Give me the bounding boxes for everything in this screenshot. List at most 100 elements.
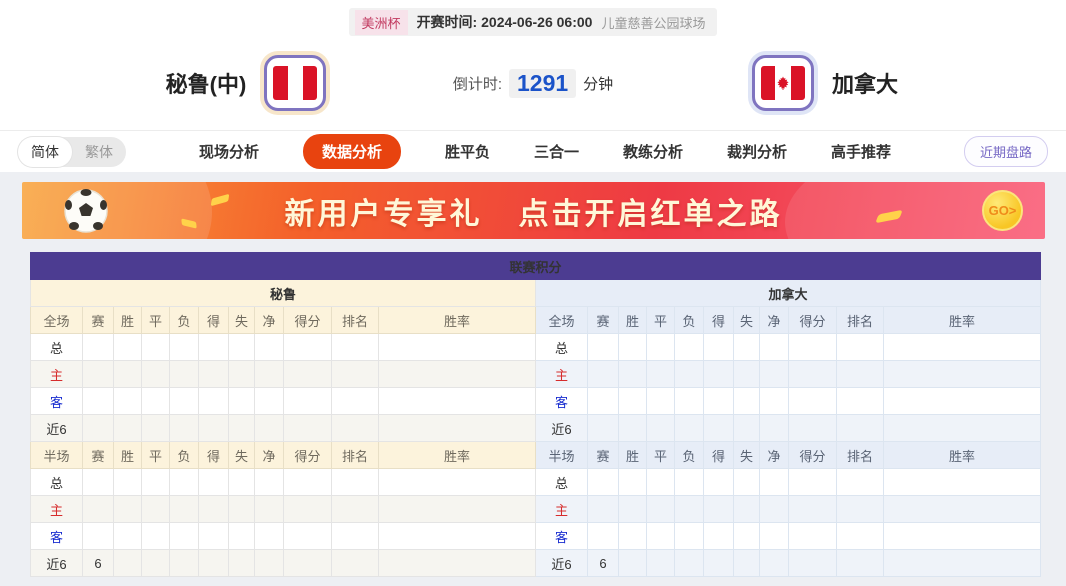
tab-three-in-one[interactable]: 三合一 bbox=[534, 141, 579, 162]
standings-cell bbox=[170, 550, 199, 577]
row-label: 客 bbox=[31, 523, 83, 550]
standings-cell bbox=[884, 523, 1041, 550]
row-label: 主 bbox=[31, 496, 83, 523]
lang-simplified[interactable]: 简体 bbox=[18, 137, 72, 167]
column-header: 赛 bbox=[588, 442, 619, 469]
standings-cell bbox=[379, 523, 536, 550]
tab-expert-picks[interactable]: 高手推荐 bbox=[831, 141, 891, 162]
column-header: 胜 bbox=[114, 307, 142, 334]
standings-cell bbox=[199, 361, 229, 388]
column-header: 平 bbox=[647, 307, 675, 334]
row-label: 总 bbox=[31, 469, 83, 496]
column-header: 平 bbox=[142, 307, 170, 334]
column-header: 赛 bbox=[83, 307, 114, 334]
standings-cell bbox=[170, 469, 199, 496]
league-badge[interactable]: 美洲杯 bbox=[355, 10, 408, 35]
standings-cell bbox=[332, 334, 379, 361]
standings-cell bbox=[170, 334, 199, 361]
standings-cell bbox=[760, 469, 789, 496]
standings-cell bbox=[704, 361, 734, 388]
standings-cell bbox=[379, 550, 536, 577]
standings-cell bbox=[114, 415, 142, 442]
standings-cell bbox=[332, 496, 379, 523]
away-team-logo[interactable] bbox=[752, 55, 814, 111]
standings-cell bbox=[837, 334, 884, 361]
scope-header: 全场 bbox=[31, 307, 83, 334]
standings-cell bbox=[760, 415, 789, 442]
column-header: 负 bbox=[675, 442, 704, 469]
column-header: 得 bbox=[199, 442, 229, 469]
tab-referee-analysis[interactable]: 裁判分析 bbox=[727, 141, 787, 162]
row-label: 近6 bbox=[536, 550, 588, 577]
standings-cell bbox=[884, 415, 1041, 442]
standings-cell bbox=[789, 334, 837, 361]
row-label: 近6 bbox=[31, 550, 83, 577]
standings-cell bbox=[789, 523, 837, 550]
content-area: 新用户专享礼点击开启红单之路 GO> 联赛积分秘鲁加拿大全场赛胜平负得失净得分排… bbox=[0, 172, 1066, 586]
standings-cell bbox=[83, 469, 114, 496]
tab-live-analysis[interactable]: 现场分析 bbox=[199, 141, 259, 162]
standings-cell bbox=[789, 496, 837, 523]
column-header: 胜率 bbox=[884, 307, 1041, 334]
column-header: 负 bbox=[170, 442, 199, 469]
standings-cell bbox=[704, 523, 734, 550]
countdown-unit: 分钟 bbox=[583, 73, 613, 94]
column-header: 胜率 bbox=[884, 442, 1041, 469]
home-team-name: 秘鲁(中) bbox=[166, 67, 247, 99]
standings-cell bbox=[284, 415, 332, 442]
standings-cell bbox=[704, 415, 734, 442]
standings-cell bbox=[884, 361, 1041, 388]
standings-cell bbox=[789, 550, 837, 577]
kickoff-time: 开赛时间: 2024-06-26 06:00 bbox=[417, 12, 593, 32]
standings-cell bbox=[734, 550, 760, 577]
standings-cell bbox=[229, 388, 255, 415]
standings-cell bbox=[332, 523, 379, 550]
standings-cell bbox=[379, 361, 536, 388]
standings-cell bbox=[884, 496, 1041, 523]
standings-cell bbox=[760, 361, 789, 388]
row-label: 总 bbox=[31, 334, 83, 361]
column-header: 赛 bbox=[588, 307, 619, 334]
standings-cell bbox=[284, 361, 332, 388]
row-label: 客 bbox=[536, 523, 588, 550]
standings-cell bbox=[619, 469, 647, 496]
standings-cell bbox=[619, 334, 647, 361]
tab-data-analysis[interactable]: 数据分析 bbox=[303, 134, 401, 169]
column-header: 胜 bbox=[114, 442, 142, 469]
column-header: 失 bbox=[229, 307, 255, 334]
standings-cell bbox=[884, 334, 1041, 361]
standings-cell bbox=[704, 469, 734, 496]
recent-odds-button[interactable]: 近期盘路 bbox=[964, 136, 1048, 167]
standings-cell bbox=[588, 469, 619, 496]
scope-header: 全场 bbox=[536, 307, 588, 334]
tab-win-draw-loss[interactable]: 胜平负 bbox=[445, 141, 490, 162]
standings-cell bbox=[332, 388, 379, 415]
standings-cell bbox=[83, 388, 114, 415]
column-header: 失 bbox=[229, 442, 255, 469]
standings-cell bbox=[332, 550, 379, 577]
standings-cell bbox=[142, 388, 170, 415]
row-label: 近6 bbox=[31, 415, 83, 442]
standings-cell bbox=[734, 415, 760, 442]
standings-cell bbox=[199, 550, 229, 577]
lang-traditional[interactable]: 繁体 bbox=[72, 137, 126, 167]
standings-title: 联赛积分 bbox=[31, 253, 1041, 280]
standings-cell bbox=[619, 523, 647, 550]
row-label: 客 bbox=[31, 388, 83, 415]
standings-cell bbox=[114, 496, 142, 523]
home-team-logo[interactable] bbox=[264, 55, 326, 111]
standings-cell bbox=[170, 496, 199, 523]
standings-cell bbox=[704, 388, 734, 415]
standings-cell bbox=[199, 469, 229, 496]
standings-cell bbox=[789, 388, 837, 415]
away-team-name: 加拿大 bbox=[832, 67, 898, 99]
standings-cell bbox=[142, 334, 170, 361]
go-button[interactable]: GO> bbox=[982, 190, 1023, 231]
promo-banner[interactable]: 新用户专享礼点击开启红单之路 GO> bbox=[22, 182, 1045, 239]
tab-coach-analysis[interactable]: 教练分析 bbox=[623, 141, 683, 162]
column-header: 失 bbox=[734, 307, 760, 334]
standings-cell bbox=[142, 496, 170, 523]
standings-cell bbox=[229, 550, 255, 577]
standings-cell bbox=[284, 550, 332, 577]
standings-cell bbox=[619, 361, 647, 388]
